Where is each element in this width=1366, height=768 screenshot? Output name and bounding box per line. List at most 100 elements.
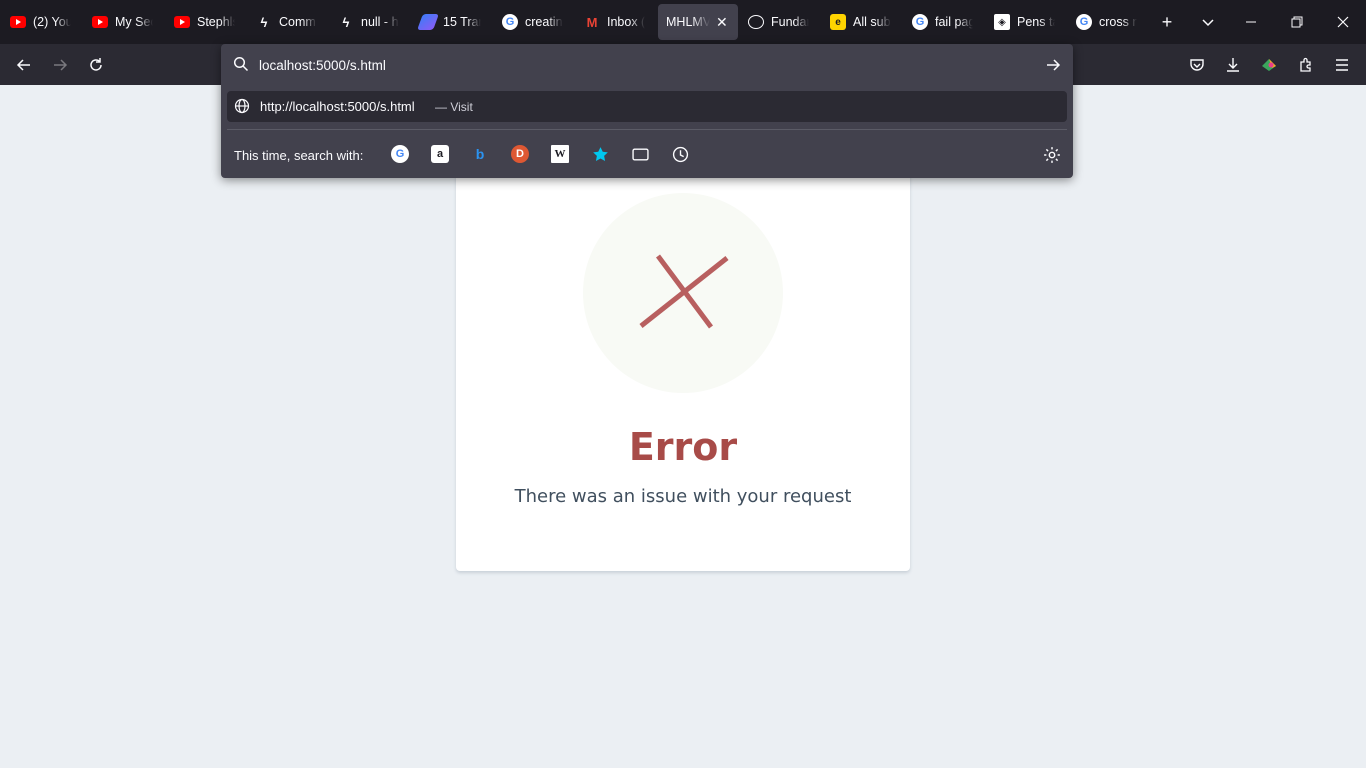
tab-icon: [631, 147, 649, 161]
url-input[interactable]: [259, 54, 1039, 76]
tab-title: creatin: [525, 15, 563, 29]
wikipedia-search-engine-button[interactable]: W: [551, 145, 569, 163]
urlbar: [221, 44, 1073, 86]
arrow-right-icon: [1047, 59, 1061, 71]
error-icon-circle: [583, 193, 783, 393]
arrow-right-icon: [54, 59, 68, 71]
app-menu-button[interactable]: [1326, 49, 1358, 81]
tab-title: Pens ta: [1017, 15, 1055, 29]
plus-icon: +: [1161, 11, 1173, 32]
bing-icon: b: [475, 146, 485, 162]
duckduckgo-search-engine-button[interactable]: D: [511, 145, 529, 163]
google-icon: G: [912, 14, 928, 30]
youtube-icon: [174, 14, 190, 30]
list-all-tabs-button[interactable]: [1192, 6, 1224, 38]
chevron-down-icon: [1202, 19, 1214, 27]
pocket-button[interactable]: [1181, 49, 1213, 81]
tab[interactable]: ◈ Pens ta: [986, 4, 1063, 40]
pocket-icon: [1190, 59, 1204, 71]
google-icon: G: [395, 148, 405, 160]
tab-active[interactable]: MHLMV ✕: [658, 4, 738, 40]
amazon-search-engine-button[interactable]: a: [431, 145, 449, 163]
tab[interactable]: ϟ Comm: [248, 4, 325, 40]
amazon-icon: a: [436, 148, 444, 160]
tab-title: null - h: [361, 15, 399, 29]
bookmarks-search-button[interactable]: [591, 145, 609, 163]
tab[interactable]: (2) You: [2, 4, 79, 40]
tab-title: 15 Tran: [443, 15, 481, 29]
tab-title: Fundar: [771, 15, 809, 29]
yellow-app-icon: e: [830, 14, 846, 30]
youtube-icon: [92, 14, 108, 30]
tab[interactable]: G creatin: [494, 4, 571, 40]
tab[interactable]: e All sub: [822, 4, 899, 40]
close-window-button[interactable]: [1320, 0, 1366, 44]
error-message: There was an issue with your request: [514, 486, 852, 507]
codepen-icon: ◈: [994, 14, 1010, 30]
bing-search-engine-button[interactable]: b: [471, 145, 489, 163]
wikipedia-icon: W: [554, 148, 566, 160]
downloads-button[interactable]: [1217, 49, 1249, 81]
one-off-search-row: This time, search with: G a b D W: [221, 136, 1073, 174]
new-tab-button[interactable]: +: [1151, 6, 1183, 38]
one-off-search-label: This time, search with:: [234, 148, 364, 163]
minimize-icon: [1246, 21, 1256, 23]
restore-button[interactable]: [1274, 0, 1320, 44]
close-tab-icon[interactable]: ✕: [716, 14, 728, 31]
urlbar-popup: http://localhost:5000/s.html — Visit Thi…: [221, 44, 1073, 178]
restore-icon: [1291, 16, 1303, 28]
bolt-icon: ϟ: [260, 14, 268, 30]
youtube-icon: [10, 14, 26, 30]
tab[interactable]: 15 Tran: [412, 4, 489, 40]
tab-strip: (2) You My Sec Stephls ϟ Comm ϟ null - h…: [0, 0, 1366, 44]
gmail-icon: M: [586, 14, 598, 30]
back-button[interactable]: [8, 49, 40, 81]
gear-icon[interactable]: [1043, 146, 1061, 164]
tab-title: My Sec: [115, 15, 153, 29]
mdn-icon: [748, 15, 764, 29]
tab[interactable]: G cross n: [1068, 4, 1145, 40]
reload-icon: [90, 58, 102, 71]
close-icon: [1337, 16, 1349, 28]
error-title: Error: [628, 425, 738, 469]
hamburger-menu-icon: [1336, 59, 1348, 71]
tab-title: Inbox (: [607, 15, 645, 29]
search-icon: [233, 56, 249, 72]
suggestion-url: http://localhost:5000/s.html: [260, 99, 415, 114]
forward-button[interactable]: [44, 49, 76, 81]
tab-title: fail pag: [935, 15, 973, 29]
extension-button[interactable]: [1253, 49, 1285, 81]
history-search-button[interactable]: [671, 145, 689, 163]
suggestion-action: — Visit: [435, 100, 473, 114]
cross-icon: [639, 254, 729, 329]
tab[interactable]: Stephls: [166, 4, 243, 40]
tab-title: Stephls: [197, 15, 235, 29]
google-icon: G: [1076, 14, 1092, 30]
go-button[interactable]: [1043, 55, 1063, 75]
tab-title: MHLMV: [666, 15, 710, 29]
tab[interactable]: Fundar: [740, 4, 817, 40]
reload-button[interactable]: [80, 49, 112, 81]
url-suggestion-row[interactable]: http://localhost:5000/s.html — Visit: [227, 91, 1067, 122]
download-icon: [1227, 58, 1239, 72]
tab[interactable]: My Sec: [84, 4, 161, 40]
tabs-search-button[interactable]: [631, 145, 649, 163]
tab-title: (2) You: [33, 15, 71, 29]
divider: [227, 129, 1067, 130]
tab-title: Comm: [279, 15, 316, 29]
tab[interactable]: ϟ null - h: [330, 4, 407, 40]
tab[interactable]: G fail pag: [904, 4, 981, 40]
bolt-icon: ϟ: [342, 14, 350, 30]
tab[interactable]: M Inbox (: [576, 4, 653, 40]
google-search-engine-button[interactable]: G: [391, 145, 409, 163]
globe-icon: [234, 98, 250, 114]
google-icon: G: [502, 14, 518, 30]
duckduckgo-icon: D: [516, 148, 524, 160]
minimize-button[interactable]: [1228, 0, 1274, 44]
puzzle-icon: [1300, 57, 1311, 72]
blue-app-icon: [417, 14, 439, 30]
tab-title: All sub: [853, 15, 891, 29]
extension-colorful-icon: [1262, 59, 1276, 71]
star-icon: [592, 146, 608, 161]
extensions-button[interactable]: [1290, 49, 1322, 81]
